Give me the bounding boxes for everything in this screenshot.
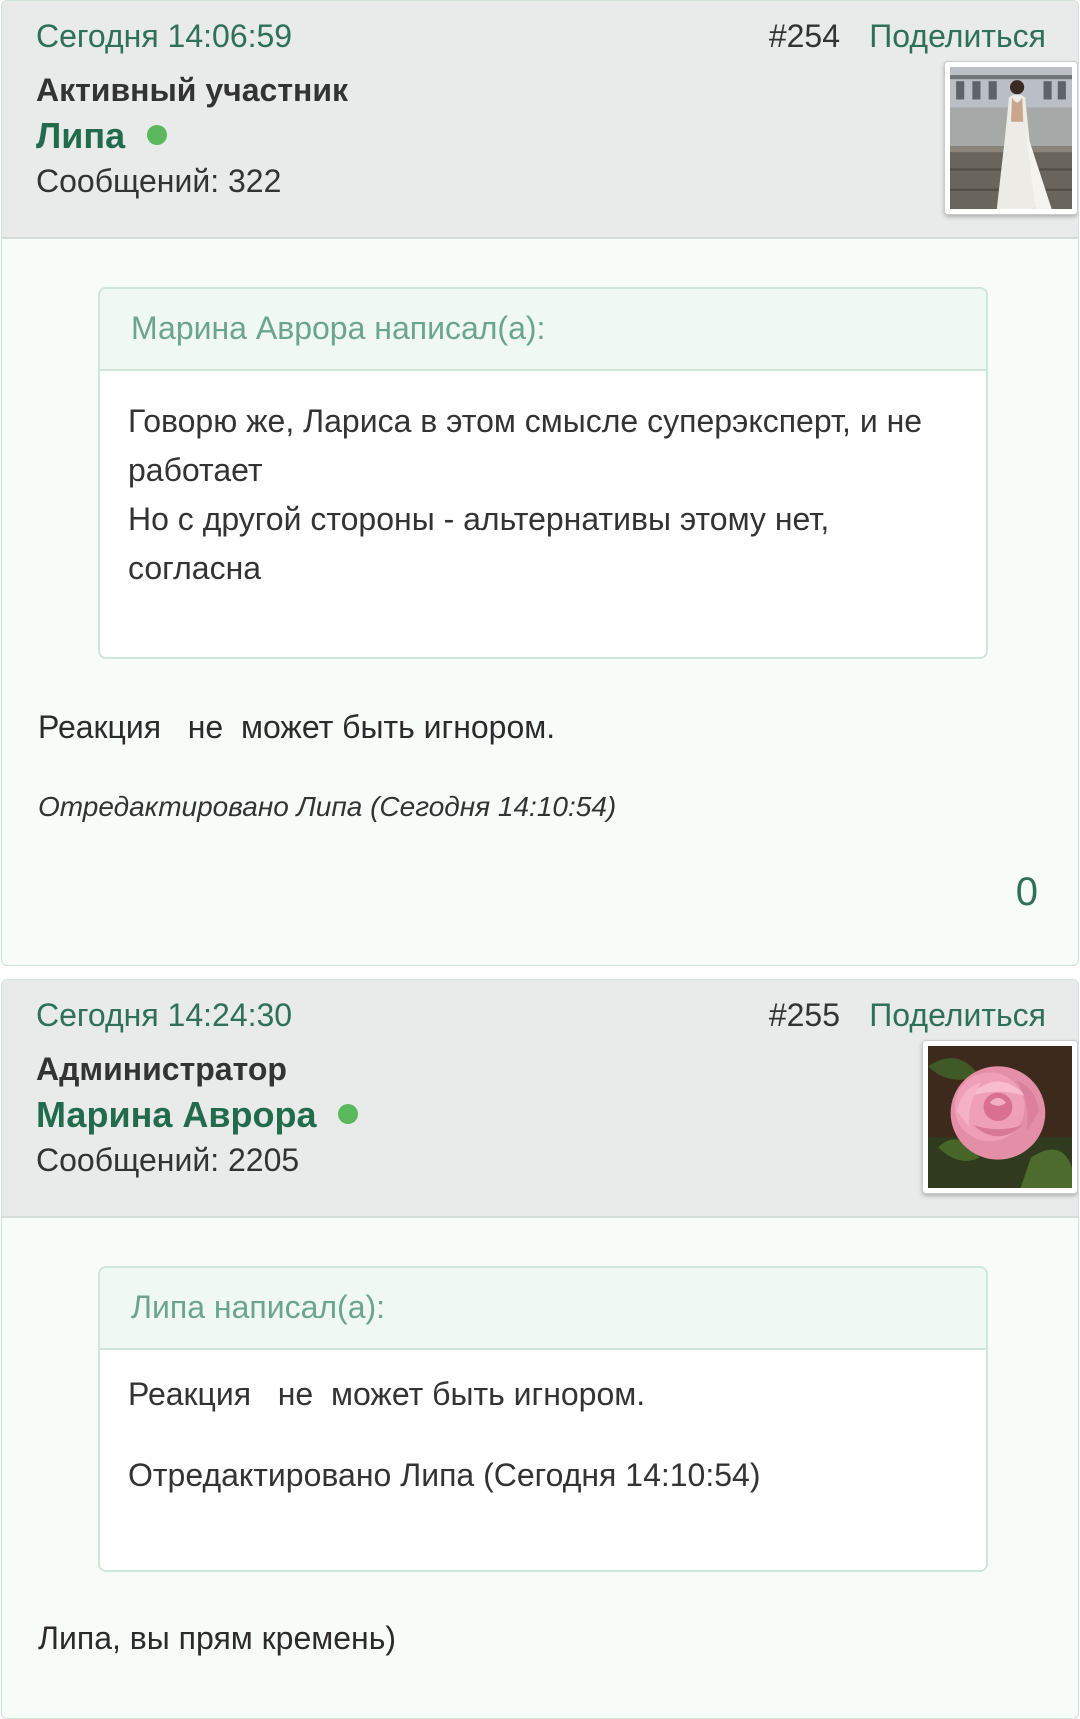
quote-author-link[interactable]: Липа написал(а): — [100, 1268, 986, 1350]
quote-line: Отредактировано Липа (Сегодня 14:10:54) — [128, 1457, 761, 1493]
username-link[interactable]: Марина Аврора — [36, 1094, 359, 1136]
username-label: Липа — [36, 115, 126, 156]
reaction-count[interactable]: 0 — [1016, 870, 1038, 915]
post-date-link[interactable]: Сегодня 14:06:59 — [36, 18, 292, 55]
user-avatar-rose — [928, 1046, 1072, 1188]
post-text: Липа, вы прям кремень) — [38, 1620, 397, 1656]
username-link[interactable]: Липа — [36, 115, 168, 157]
post-date-link[interactable]: Сегодня 14:24:30 — [36, 997, 292, 1034]
quote-line: Реакция не может быть игнором. — [128, 1376, 646, 1412]
user-avatar-photo — [950, 67, 1072, 209]
forum-post: Сегодня 14:06:59 #254 Поделиться Активны… — [1, 0, 1079, 966]
share-link[interactable]: Поделиться — [869, 997, 1046, 1034]
user-post-count: Сообщений: 322 — [36, 163, 282, 199]
quote-body: Говорю же, Лариса в этом смысле суперэкс… — [100, 371, 986, 593]
quote-author-link[interactable]: Марина Аврора написал(а): — [100, 289, 986, 371]
user-post-count: Сообщений: 2205 — [36, 1142, 300, 1178]
online-status-icon — [147, 125, 168, 146]
quote-block: Марина Аврора написал(а): Говорю же, Лар… — [98, 287, 988, 659]
post-number: #255 — [768, 997, 840, 1033]
post-header: Сегодня 14:06:59 #254 Поделиться Активны… — [2, 1, 1078, 239]
forum-post: Сегодня 14:24:30 #255 Поделиться Админис… — [1, 979, 1079, 1719]
post-number: #254 — [768, 18, 840, 54]
user-title: Администратор — [36, 1051, 287, 1087]
quote-body: Реакция не может быть игнором. Отредакти… — [100, 1350, 986, 1500]
post-header: Сегодня 14:24:30 #255 Поделиться Админис… — [2, 980, 1078, 1218]
quote-line: Но с другой стороны - альтернативы этому… — [128, 501, 830, 586]
user-avatar[interactable] — [944, 61, 1078, 215]
username-label: Марина Аврора — [36, 1094, 317, 1135]
quote-block: Липа написал(а): Реакция не может быть и… — [98, 1266, 988, 1572]
user-title: Активный участник — [36, 72, 349, 108]
quote-line: Говорю же, Лариса в этом смысле суперэкс… — [128, 403, 923, 488]
share-link[interactable]: Поделиться — [869, 18, 1046, 55]
edited-note: Отредактировано Липа (Сегодня 14:10:54) — [38, 791, 617, 822]
online-status-icon — [338, 1104, 359, 1125]
user-avatar[interactable] — [922, 1040, 1078, 1194]
post-text: Реакция не может быть игнором. — [38, 709, 556, 745]
